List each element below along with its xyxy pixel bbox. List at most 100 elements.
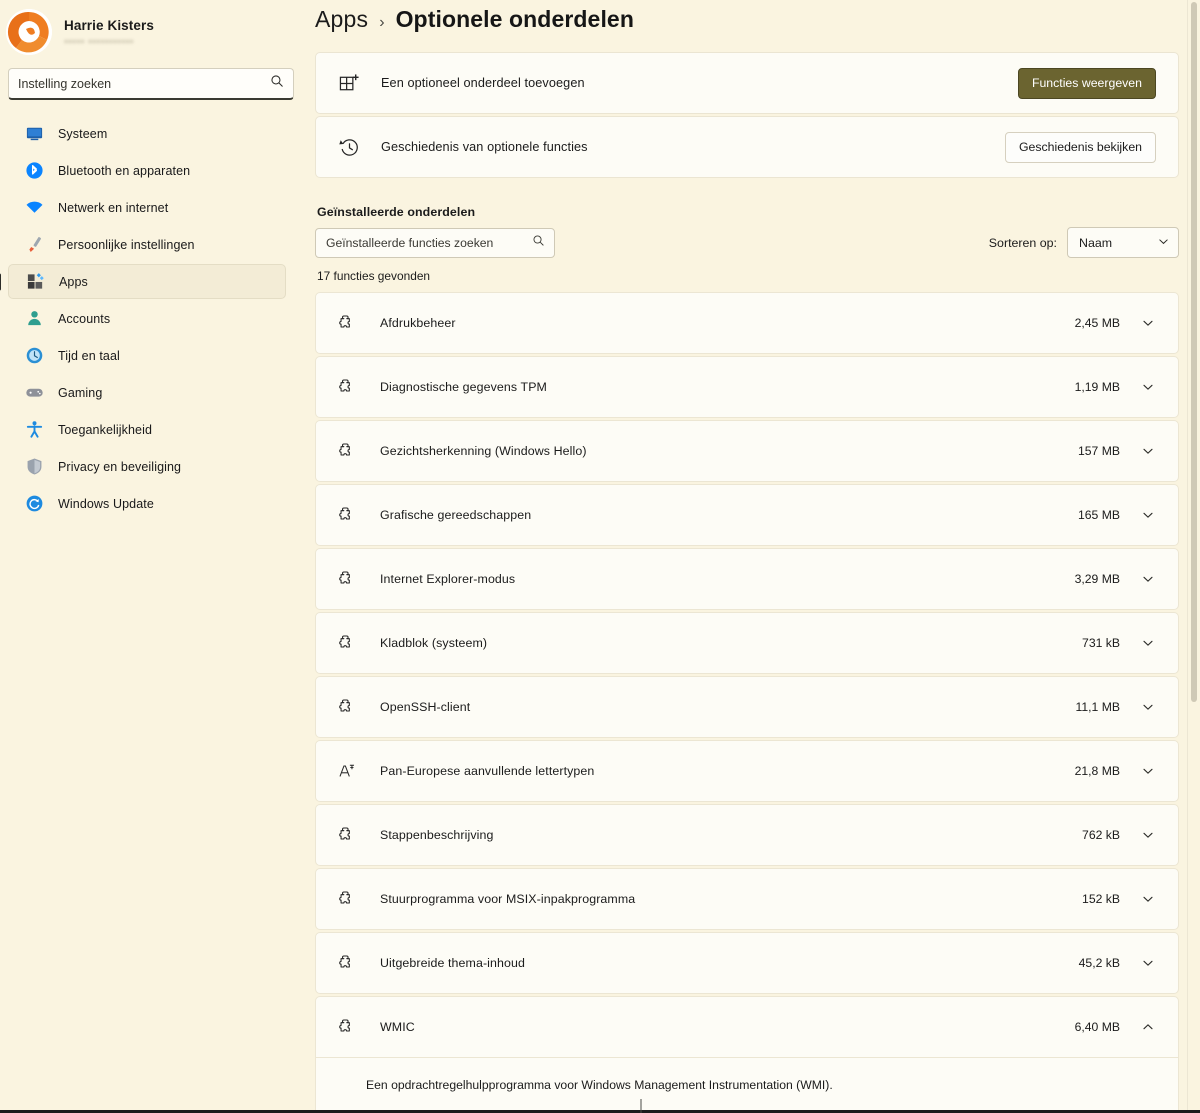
- sidebar-item-gaming[interactable]: Gaming: [8, 375, 286, 410]
- top-action-cards: Een optioneel onderdeel toevoegen Functi…: [315, 52, 1179, 178]
- sort-control: Sorteren op: Naam: [989, 227, 1179, 258]
- feature-row-header[interactable]: Internet Explorer-modus 3,29 MB: [316, 549, 1178, 609]
- settings-search-box[interactable]: [8, 68, 294, 100]
- bluetooth-icon: [24, 161, 44, 181]
- add-optional-feature-card: Een optioneel onderdeel toevoegen Functi…: [315, 52, 1179, 114]
- puzzle-icon: [337, 441, 357, 461]
- sidebar-item-label: Toegankelijkheid: [58, 422, 153, 437]
- feature-row-header[interactable]: Afdrukbeheer 2,45 MB: [316, 293, 1178, 353]
- shield-icon: [24, 457, 44, 477]
- sidebar-item-label: Systeem: [58, 126, 108, 141]
- wifi-icon: [24, 198, 44, 218]
- feature-name: Stuurprogramma voor MSIX-inpakprogramma: [380, 892, 636, 906]
- paintbrush-icon: [24, 235, 44, 255]
- feature-size: 6,40 MB: [1074, 1020, 1120, 1034]
- list-item: Internet Explorer-modus 3,29 MB: [315, 548, 1179, 610]
- chevron-down-icon[interactable]: [1140, 507, 1156, 523]
- apps-icon: [25, 272, 45, 292]
- sidebar-item-persoonlijke-instellingen[interactable]: Persoonlijke instellingen: [8, 227, 286, 262]
- view-history-button[interactable]: Geschiedenis bekijken: [1004, 131, 1156, 163]
- sort-label: Sorteren op:: [988, 235, 1057, 250]
- vertical-scrollbar[interactable]: [1187, 0, 1200, 1113]
- feature-row-header[interactable]: WMIC 6,40 MB: [316, 997, 1178, 1057]
- feature-row-header[interactable]: Gezichtsherkenning (Windows Hello) 157 M…: [316, 421, 1178, 481]
- puzzle-icon: [337, 953, 357, 973]
- list-item-expanded: WMIC 6,40 MB Een opdrachtregelhulpprogra…: [315, 996, 1179, 1113]
- list-item: Gezichtsherkenning (Windows Hello) 157 M…: [315, 420, 1179, 482]
- list-item: Afdrukbeheer 2,45 MB: [315, 292, 1179, 354]
- chevron-down-icon[interactable]: [1140, 315, 1156, 331]
- sidebar-item-label: Persoonlijke instellingen: [58, 237, 195, 252]
- feature-name: Internet Explorer-modus: [380, 572, 516, 586]
- sort-dropdown[interactable]: Naam: [1067, 227, 1179, 258]
- installed-features-list: Afdrukbeheer 2,45 MB Diagnostische gegev…: [315, 292, 1179, 1113]
- feature-row-header[interactable]: OpenSSH-client 11,1 MB: [316, 677, 1178, 737]
- feature-name: Kladblok (systeem): [380, 636, 488, 650]
- puzzle-icon: [337, 569, 357, 589]
- feature-row-header[interactable]: Stappenbeschrijving 762 kB: [316, 805, 1178, 865]
- list-item: Grafische gereedschappen 165 MB: [315, 484, 1179, 546]
- sidebar-item-label: Accounts: [58, 311, 111, 326]
- sidebar-item-toegankelijkheid[interactable]: Toegankelijkheid: [8, 412, 286, 447]
- show-features-button[interactable]: Functies weergeven: [1017, 67, 1156, 99]
- puzzle-icon: [337, 313, 357, 333]
- user-profile[interactable]: Harrie Kisters ••••• •••••••••••: [0, 0, 302, 58]
- feature-row-header[interactable]: Kladblok (systeem) 731 kB: [316, 613, 1178, 673]
- list-item: Kladblok (systeem) 731 kB: [315, 612, 1179, 674]
- feature-size: 1,19 MB: [1074, 380, 1120, 394]
- feature-row-header[interactable]: Uitgebreide thema-inhoud 45,2 kB: [316, 933, 1178, 993]
- chevron-down-icon[interactable]: [1140, 891, 1156, 907]
- breadcrumb-parent[interactable]: Apps: [315, 6, 368, 33]
- installed-features-search-input[interactable]: [326, 235, 532, 250]
- chevron-down-icon[interactable]: [1140, 827, 1156, 843]
- list-item: Stappenbeschrijving 762 kB: [315, 804, 1179, 866]
- sidebar-item-apps[interactable]: Apps: [8, 264, 286, 299]
- feature-size: 157 MB: [1077, 444, 1120, 458]
- sidebar-item-privacy[interactable]: Privacy en beveiliging: [8, 449, 286, 484]
- sidebar-item-tijd-en-taal[interactable]: Tijd en taal: [8, 338, 286, 373]
- feature-row-header[interactable]: Stuurprogramma voor MSIX-inpakprogramma …: [316, 869, 1178, 929]
- person-icon: [24, 309, 44, 329]
- sidebar-item-windows-update[interactable]: Windows Update: [8, 486, 286, 521]
- search-input[interactable]: [18, 76, 270, 91]
- puzzle-icon: [337, 1017, 357, 1037]
- feature-row-header[interactable]: Grafische gereedschappen 165 MB: [316, 485, 1178, 545]
- chevron-down-icon[interactable]: [1140, 955, 1156, 971]
- list-item: Stuurprogramma voor MSIX-inpakprogramma …: [315, 868, 1179, 930]
- installed-features-search-box[interactable]: [315, 227, 555, 258]
- font-icon: [337, 761, 357, 781]
- sidebar-item-systeem[interactable]: Systeem: [8, 116, 286, 151]
- sidebar-item-label: Bluetooth en apparaten: [58, 163, 191, 178]
- profile-name: Harrie Kisters: [64, 18, 154, 33]
- sidebar-item-label: Windows Update: [58, 496, 154, 511]
- feature-name: Grafische gereedschappen: [380, 508, 532, 522]
- chevron-down-icon[interactable]: [1140, 699, 1156, 715]
- sidebar-item-label: Apps: [59, 274, 88, 289]
- chevron-down-icon[interactable]: [1140, 571, 1156, 587]
- accessibility-icon: [24, 420, 44, 440]
- page-title: Optionele onderdelen: [395, 6, 634, 32]
- feature-name: Gezichtsherkenning (Windows Hello): [380, 444, 587, 458]
- chevron-up-icon[interactable]: [1140, 1019, 1156, 1035]
- feature-details: Een opdrachtregelhulpprogramma voor Wind…: [316, 1057, 1178, 1113]
- sidebar-item-bluetooth[interactable]: Bluetooth en apparaten: [8, 153, 286, 188]
- feature-description: Een opdrachtregelhulpprogramma voor Wind…: [316, 1058, 1178, 1113]
- puzzle-icon: [337, 377, 357, 397]
- main-content: Apps › Optionele onderdelen Een optionee…: [302, 0, 1200, 1113]
- chevron-down-icon[interactable]: [1140, 763, 1156, 779]
- feature-row-header[interactable]: Diagnostische gegevens TPM 1,19 MB: [316, 357, 1178, 417]
- feature-row-header[interactable]: Pan-Europese aanvullende lettertypen 21,…: [316, 741, 1178, 801]
- chevron-down-icon[interactable]: [1140, 379, 1156, 395]
- puzzle-icon: [337, 825, 357, 845]
- puzzle-icon: [337, 889, 357, 909]
- monitor-icon: [24, 124, 44, 144]
- chevron-down-icon[interactable]: [1140, 635, 1156, 651]
- chevron-down-icon: [1158, 236, 1169, 250]
- scrollbar-thumb[interactable]: [1191, 2, 1197, 702]
- chevron-down-icon[interactable]: [1140, 443, 1156, 459]
- feature-size: 11,1 MB: [1075, 700, 1120, 714]
- search-icon: [270, 74, 284, 93]
- sidebar-item-accounts[interactable]: Accounts: [8, 301, 286, 336]
- sidebar-nav: Systeem Bluetooth en apparaten Netwerk e…: [0, 116, 302, 521]
- sidebar-item-netwerk[interactable]: Netwerk en internet: [8, 190, 286, 225]
